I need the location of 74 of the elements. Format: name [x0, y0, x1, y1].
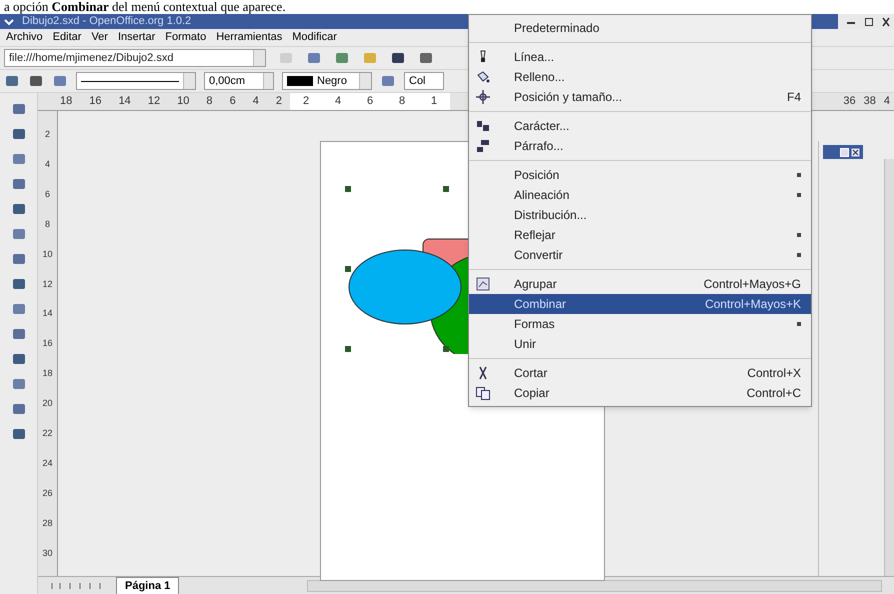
menu-item[interactable]: Herramientas — [216, 29, 282, 46]
ruler-number: 20 — [42, 398, 52, 408]
line-style-combobox[interactable] — [76, 72, 196, 90]
ruler-number: 12 — [148, 94, 160, 110]
menu-item[interactable]: Ver — [91, 29, 108, 46]
ruler-number: 4 — [334, 94, 342, 110]
ruler-number: 8 — [398, 94, 406, 110]
ruler-number: 2 — [276, 94, 282, 110]
ruler-number: 2 — [302, 94, 310, 110]
context-menu-item[interactable]: Alineación — [469, 185, 811, 205]
ruler-number: 2 — [44, 128, 50, 139]
vertical-scrollbar[interactable] — [884, 159, 894, 576]
ruler-number: 30 — [42, 548, 52, 558]
context-menu-item[interactable]: Cortar Control+X — [469, 363, 811, 383]
context-menu-item[interactable]: Distribución... — [469, 205, 811, 225]
menu-item[interactable]: Formato — [165, 29, 206, 46]
copy-icon — [475, 385, 491, 401]
ruler-number: 8 — [206, 94, 213, 110]
horizontal-scrollbar[interactable] — [307, 580, 882, 592]
ruler-number: 36 — [843, 94, 856, 110]
context-menu-item[interactable]: Formas — [469, 314, 811, 334]
context-menu-item[interactable]: Agrupar Control+Mayos+G — [469, 274, 811, 294]
ruler-number: 18 — [42, 368, 52, 378]
line-width-spinner[interactable]: 0,00cm — [204, 72, 274, 90]
context-menu-item[interactable]: Predeterminado — [469, 18, 811, 38]
menu-item[interactable]: Insertar — [118, 29, 156, 46]
context-menu-item[interactable]: Párrafo... — [469, 136, 811, 156]
ruler-number: 6 — [230, 94, 236, 110]
ruler-number: 10 — [42, 248, 52, 259]
ruler-number: 16 — [42, 338, 52, 348]
ruler-number: 38 — [864, 94, 876, 110]
ruler-number: 6 — [44, 188, 50, 199]
chevron-down-icon[interactable] — [4, 16, 14, 26]
ruler-number: 14 — [42, 308, 52, 318]
context-menu-item[interactable]: Posición — [469, 165, 811, 185]
ruler-number: 4 — [44, 158, 50, 169]
ruler-number: 14 — [118, 94, 131, 110]
context-menu-item[interactable]: Unir — [469, 334, 811, 354]
context-menu-item[interactable]: Convertir — [469, 245, 811, 265]
dock-icon[interactable] — [840, 148, 849, 156]
close-icon[interactable] — [851, 148, 860, 156]
context-menu-item[interactable]: Relleno... — [469, 67, 811, 87]
ruler-number: 16 — [89, 94, 102, 110]
context-menu-item[interactable]: Línea... — [469, 47, 811, 67]
line-color-combobox[interactable]: Negro — [282, 72, 372, 90]
context-menu-item[interactable]: Posición y tamaño... F4 — [469, 87, 811, 107]
menu-item[interactable]: Archivo — [6, 29, 43, 46]
menu-item[interactable]: Editar — [52, 29, 82, 46]
ruler-number: 24 — [42, 458, 52, 468]
ruler-number: 12 — [42, 278, 52, 289]
window-title: Dibujo2.sxd - OpenOffice.org 1.0.2 — [22, 14, 192, 30]
context-menu-item[interactable]: Reflejar — [469, 225, 811, 245]
context-menu-item[interactable]: Copiar Control+C — [469, 383, 811, 403]
context-menu-item[interactable]: Carácter... — [469, 116, 811, 136]
page-tab[interactable]: Página 1 — [116, 576, 180, 594]
ruler-number: 8 — [44, 218, 50, 229]
ruler-number: 22 — [42, 428, 52, 438]
ruler-number: 1 — [430, 94, 438, 110]
ruler-number: 4 — [252, 94, 259, 110]
menu-item[interactable]: Modificar — [292, 29, 337, 46]
ruler-number: 28 — [42, 518, 52, 528]
crosshair-icon — [475, 89, 491, 105]
close-icon[interactable] — [882, 16, 890, 26]
caption-text: a opción Combinar del menú contextual que aparece. — [4, 0, 286, 14]
group-icon — [475, 276, 491, 292]
maximize-icon[interactable] — [864, 16, 874, 26]
ruler-number: 18 — [60, 94, 72, 110]
ruler-number: 26 — [42, 488, 52, 498]
url-combobox[interactable]: file:///home/mjimenez/Dibujo2.sxd — [4, 49, 266, 67]
fill-combobox[interactable]: Col — [404, 72, 444, 90]
ruler-number: 6 — [366, 94, 374, 110]
ruler-number: 4 — [884, 94, 890, 110]
context-menu-item[interactable]: Combinar Control+Mayos+K — [469, 294, 811, 314]
ruler-number: 10 — [177, 94, 190, 110]
